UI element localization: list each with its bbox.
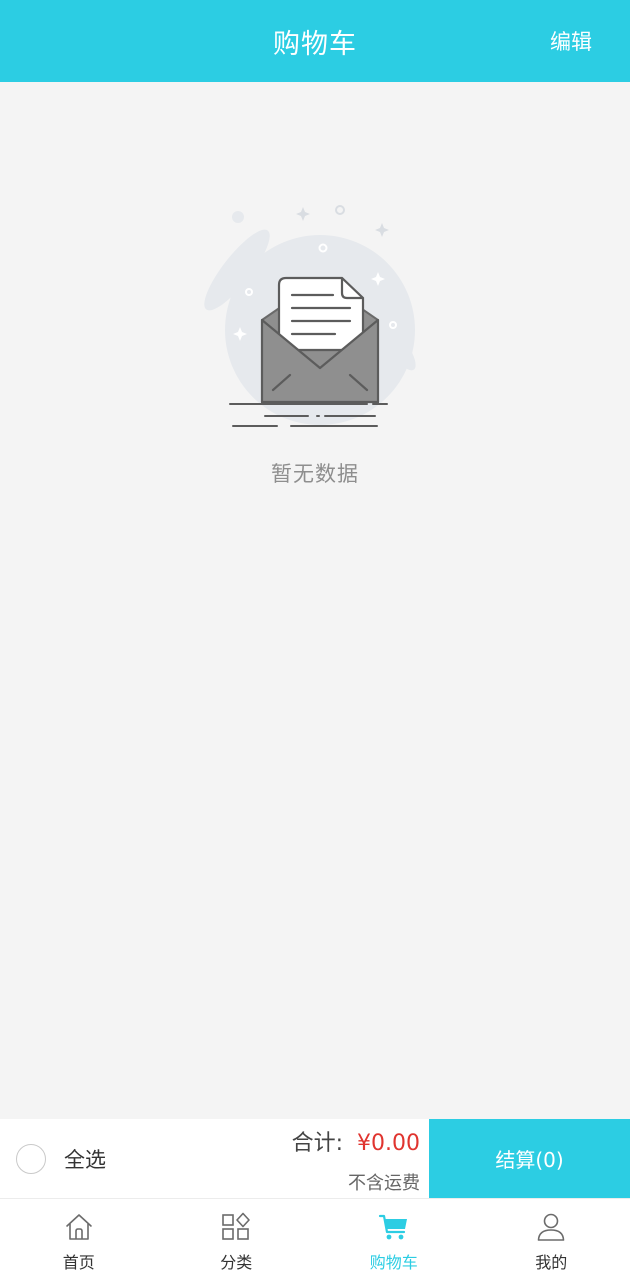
empty-envelope-icon: [204, 205, 416, 427]
tab-home[interactable]: 首页: [0, 1199, 158, 1280]
tab-mine[interactable]: 我的: [473, 1199, 630, 1280]
select-all-radio[interactable]: [16, 1143, 46, 1174]
home-icon: [65, 1214, 92, 1240]
header-bar: 购物车 编辑: [0, 0, 630, 82]
bottom-tab-bar: 首页 分类 购物车 我的: [0, 1198, 630, 1280]
empty-message: 暂无数据: [271, 462, 359, 486]
tab-home-label: 首页: [62, 1253, 95, 1272]
tab-cart[interactable]: 购物车: [315, 1199, 473, 1280]
checkout-button[interactable]: 结算(0): [429, 1119, 630, 1198]
total-label: 合计:: [291, 1131, 344, 1156]
total-summary: 合计: ¥0.00 不含运费: [292, 1125, 420, 1195]
tab-category[interactable]: 分类: [158, 1199, 316, 1280]
user-icon: [537, 1213, 565, 1241]
total-price: ¥0.00: [357, 1131, 420, 1156]
cart-icon: [378, 1214, 407, 1240]
page-title: 购物车: [273, 28, 357, 60]
category-icon: [222, 1212, 251, 1240]
select-all-toggle[interactable]: 全选: [16, 1119, 106, 1198]
checkout-bar: 全选 合计: ¥0.00 不含运费 结算(0): [0, 1119, 630, 1198]
empty-state: 暂无数据: [0, 190, 630, 488]
tab-mine-label: 我的: [535, 1253, 568, 1272]
tab-category-label: 分类: [220, 1253, 253, 1272]
shipping-note: 不含运费: [348, 1173, 420, 1194]
tab-cart-label: 购物车: [369, 1253, 418, 1272]
edit-button[interactable]: 编辑: [550, 0, 592, 82]
select-all-label: 全选: [64, 1147, 106, 1172]
